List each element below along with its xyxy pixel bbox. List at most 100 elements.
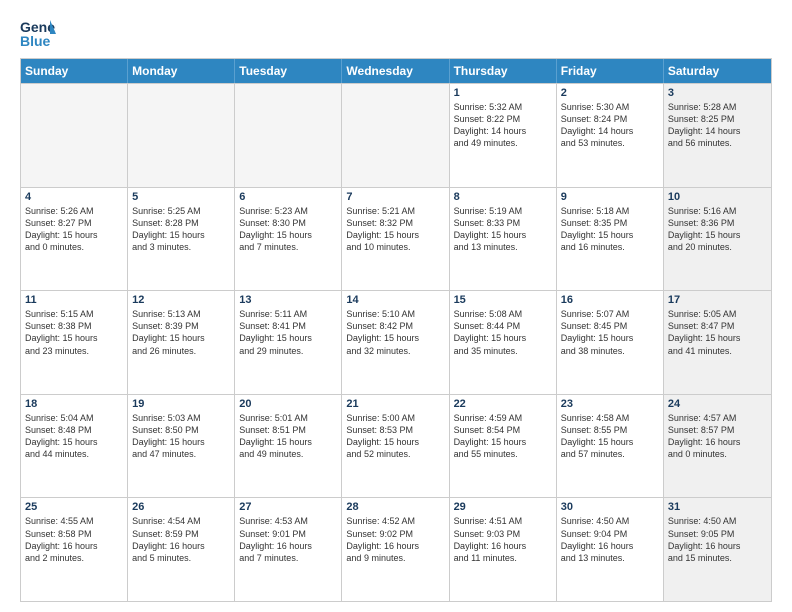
cal-cell: 20 Sunrise: 5:01 AM Sunset: 8:51 PM Dayli…: [235, 395, 342, 498]
cal-cell: 9Sunrise: 5:18 AM Sunset: 8:35 PM Daylig…: [557, 188, 664, 291]
cal-cell: 30 Sunrise: 4:50 AM Sunset: 9:04 PM Dayli…: [557, 498, 664, 601]
day-number: 28: [346, 501, 444, 513]
cell-info: Sunrise: 4:52 AM Sunset: 9:02 PM Dayligh…: [346, 515, 444, 564]
cal-cell: 22 Sunrise: 4:59 AM Sunset: 8:54 PM Dayli…: [450, 395, 557, 498]
cell-info: Sunrise: 5:32 AM Sunset: 8:22 PM Dayligh…: [454, 101, 552, 150]
day-number: 27: [239, 501, 337, 513]
header-day-thursday: Thursday: [450, 59, 557, 83]
cal-cell: 19 Sunrise: 5:03 AM Sunset: 8:50 PM Dayli…: [128, 395, 235, 498]
header-day-monday: Monday: [128, 59, 235, 83]
cell-info: Sunrise: 5:01 AM Sunset: 8:51 PM Dayligh…: [239, 412, 337, 461]
header-day-friday: Friday: [557, 59, 664, 83]
page: General Blue SundayMondayTuesdayWednesda…: [0, 0, 792, 612]
day-number: 25: [25, 501, 123, 513]
day-number: 20: [239, 398, 337, 410]
cal-cell: [128, 84, 235, 187]
day-number: 22: [454, 398, 552, 410]
cal-cell: 14Sunrise: 5:10 AM Sunset: 8:42 PM Dayli…: [342, 291, 449, 394]
cal-cell: 7 Sunrise: 5:21 AM Sunset: 8:32 PM Daylig…: [342, 188, 449, 291]
week-row-3: 11 Sunrise: 5:15 AM Sunset: 8:38 PM Dayli…: [21, 290, 771, 394]
cell-info: Sunrise: 5:26 AM Sunset: 8:27 PM Dayligh…: [25, 205, 123, 254]
cell-info: Sunrise: 5:07 AM Sunset: 8:45 PM Dayligh…: [561, 308, 659, 357]
cell-info: Sunrise: 5:11 AM Sunset: 8:41 PM Dayligh…: [239, 308, 337, 357]
cal-cell: 4 Sunrise: 5:26 AM Sunset: 8:27 PM Daylig…: [21, 188, 128, 291]
calendar-header: SundayMondayTuesdayWednesdayThursdayFrid…: [21, 59, 771, 83]
day-number: 18: [25, 398, 123, 410]
cal-cell: 28 Sunrise: 4:52 AM Sunset: 9:02 PM Dayli…: [342, 498, 449, 601]
cal-cell: 1 Sunrise: 5:32 AM Sunset: 8:22 PM Daylig…: [450, 84, 557, 187]
week-row-5: 25Sunrise: 4:55 AM Sunset: 8:58 PM Dayli…: [21, 497, 771, 601]
cal-cell: 11 Sunrise: 5:15 AM Sunset: 8:38 PM Dayli…: [21, 291, 128, 394]
cell-info: Sunrise: 5:00 AM Sunset: 8:53 PM Dayligh…: [346, 412, 444, 461]
cal-cell: 27 Sunrise: 4:53 AM Sunset: 9:01 PM Dayli…: [235, 498, 342, 601]
cal-cell: 8Sunrise: 5:19 AM Sunset: 8:33 PM Daylig…: [450, 188, 557, 291]
cell-info: Sunrise: 5:03 AM Sunset: 8:50 PM Dayligh…: [132, 412, 230, 461]
header-day-saturday: Saturday: [664, 59, 771, 83]
day-number: 23: [561, 398, 659, 410]
cal-cell: [21, 84, 128, 187]
week-row-1: 1 Sunrise: 5:32 AM Sunset: 8:22 PM Daylig…: [21, 83, 771, 187]
cell-info: Sunrise: 5:08 AM Sunset: 8:44 PM Dayligh…: [454, 308, 552, 357]
cell-info: Sunrise: 5:13 AM Sunset: 8:39 PM Dayligh…: [132, 308, 230, 357]
cal-cell: 10Sunrise: 5:16 AM Sunset: 8:36 PM Dayli…: [664, 188, 771, 291]
cal-cell: 17Sunrise: 5:05 AM Sunset: 8:47 PM Dayli…: [664, 291, 771, 394]
cell-info: Sunrise: 5:21 AM Sunset: 8:32 PM Dayligh…: [346, 205, 444, 254]
cell-info: Sunrise: 4:53 AM Sunset: 9:01 PM Dayligh…: [239, 515, 337, 564]
cal-cell: 16Sunrise: 5:07 AM Sunset: 8:45 PM Dayli…: [557, 291, 664, 394]
cal-cell: 5 Sunrise: 5:25 AM Sunset: 8:28 PM Daylig…: [128, 188, 235, 291]
day-number: 19: [132, 398, 230, 410]
cell-info: Sunrise: 4:57 AM Sunset: 8:57 PM Dayligh…: [668, 412, 767, 461]
calendar-body: 1 Sunrise: 5:32 AM Sunset: 8:22 PM Daylig…: [21, 83, 771, 601]
cal-cell: 2Sunrise: 5:30 AM Sunset: 8:24 PM Daylig…: [557, 84, 664, 187]
day-number: 5: [132, 191, 230, 203]
cell-info: Sunrise: 4:50 AM Sunset: 9:05 PM Dayligh…: [668, 515, 767, 564]
cell-info: Sunrise: 4:50 AM Sunset: 9:04 PM Dayligh…: [561, 515, 659, 564]
cal-cell: 6Sunrise: 5:23 AM Sunset: 8:30 PM Daylig…: [235, 188, 342, 291]
logo: General Blue: [20, 16, 56, 52]
day-number: 30: [561, 501, 659, 513]
day-number: 10: [668, 191, 767, 203]
cell-info: Sunrise: 4:54 AM Sunset: 8:59 PM Dayligh…: [132, 515, 230, 564]
cal-cell: 23 Sunrise: 4:58 AM Sunset: 8:55 PM Dayli…: [557, 395, 664, 498]
day-number: 24: [668, 398, 767, 410]
header: General Blue: [20, 16, 772, 52]
day-number: 4: [25, 191, 123, 203]
cal-cell: 12 Sunrise: 5:13 AM Sunset: 8:39 PM Dayli…: [128, 291, 235, 394]
week-row-4: 18Sunrise: 5:04 AM Sunset: 8:48 PM Dayli…: [21, 394, 771, 498]
cell-info: Sunrise: 4:59 AM Sunset: 8:54 PM Dayligh…: [454, 412, 552, 461]
day-number: 2: [561, 87, 659, 99]
cell-info: Sunrise: 5:25 AM Sunset: 8:28 PM Dayligh…: [132, 205, 230, 254]
day-number: 12: [132, 294, 230, 306]
day-number: 11: [25, 294, 123, 306]
header-day-wednesday: Wednesday: [342, 59, 449, 83]
cal-cell: 18Sunrise: 5:04 AM Sunset: 8:48 PM Dayli…: [21, 395, 128, 498]
cal-cell: 29Sunrise: 4:51 AM Sunset: 9:03 PM Dayli…: [450, 498, 557, 601]
cell-info: Sunrise: 5:28 AM Sunset: 8:25 PM Dayligh…: [668, 101, 767, 150]
cal-cell: [235, 84, 342, 187]
day-number: 7: [346, 191, 444, 203]
cal-cell: 26Sunrise: 4:54 AM Sunset: 8:59 PM Dayli…: [128, 498, 235, 601]
svg-text:Blue: Blue: [20, 33, 51, 49]
cell-info: Sunrise: 5:23 AM Sunset: 8:30 PM Dayligh…: [239, 205, 337, 254]
day-number: 15: [454, 294, 552, 306]
week-row-2: 4 Sunrise: 5:26 AM Sunset: 8:27 PM Daylig…: [21, 187, 771, 291]
day-number: 8: [454, 191, 552, 203]
cell-info: Sunrise: 4:58 AM Sunset: 8:55 PM Dayligh…: [561, 412, 659, 461]
day-number: 21: [346, 398, 444, 410]
cal-cell: 13 Sunrise: 5:11 AM Sunset: 8:41 PM Dayli…: [235, 291, 342, 394]
cal-cell: 15 Sunrise: 5:08 AM Sunset: 8:44 PM Dayli…: [450, 291, 557, 394]
day-number: 31: [668, 501, 767, 513]
day-number: 17: [668, 294, 767, 306]
cal-cell: 3Sunrise: 5:28 AM Sunset: 8:25 PM Daylig…: [664, 84, 771, 187]
cal-cell: 21 Sunrise: 5:00 AM Sunset: 8:53 PM Dayli…: [342, 395, 449, 498]
cal-cell: 24 Sunrise: 4:57 AM Sunset: 8:57 PM Dayli…: [664, 395, 771, 498]
logo-icon: General Blue: [20, 16, 56, 52]
cell-info: Sunrise: 5:10 AM Sunset: 8:42 PM Dayligh…: [346, 308, 444, 357]
day-number: 1: [454, 87, 552, 99]
cal-cell: 31 Sunrise: 4:50 AM Sunset: 9:05 PM Dayli…: [664, 498, 771, 601]
cell-info: Sunrise: 5:15 AM Sunset: 8:38 PM Dayligh…: [25, 308, 123, 357]
cell-info: Sunrise: 4:51 AM Sunset: 9:03 PM Dayligh…: [454, 515, 552, 564]
header-day-sunday: Sunday: [21, 59, 128, 83]
day-number: 13: [239, 294, 337, 306]
calendar: SundayMondayTuesdayWednesdayThursdayFrid…: [20, 58, 772, 602]
